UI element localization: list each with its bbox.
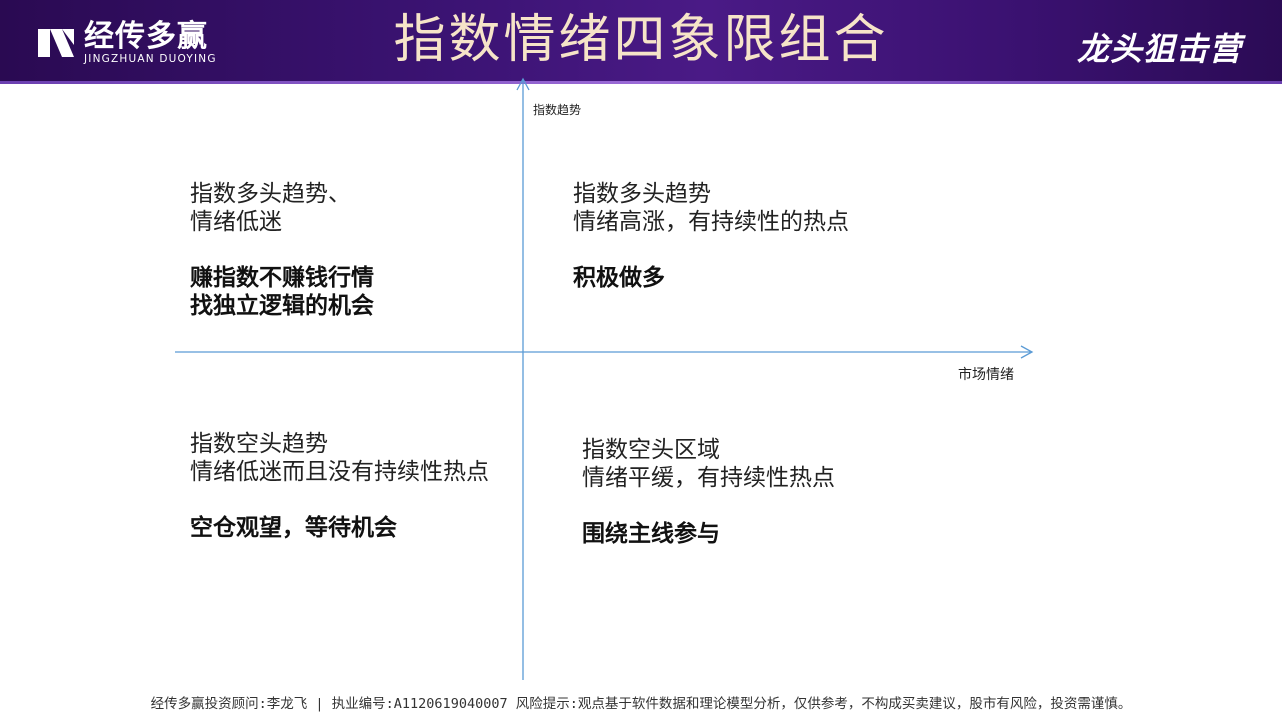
- quadrant-action: 积极做多: [573, 265, 665, 291]
- quadrant-action: 赚指数不赚钱行情: [190, 265, 374, 291]
- quadrant-condition: 情绪高涨，有持续性的热点: [573, 209, 849, 235]
- quadrant-condition: 指数多头趋势: [573, 181, 711, 207]
- y-axis-label: 指数趋势: [533, 103, 582, 117]
- quadrant-action: 空仓观望，等待机会: [190, 515, 397, 541]
- quadrant-axes: [175, 77, 1034, 680]
- quadrant-condition: 情绪平缓，有持续性热点: [582, 465, 835, 491]
- quadrant-top-right: 指数多头趋势 情绪高涨，有持续性的热点 积极做多: [573, 180, 849, 292]
- quadrant-action: 围绕主线参与: [582, 521, 720, 547]
- x-axis-label: 市场情绪: [958, 367, 1014, 383]
- quadrant-bottom-right: 指数空头区域 情绪平缓，有持续性热点 围绕主线参与: [582, 436, 835, 548]
- quadrant-top-left: 指数多头趋势、 情绪低迷 赚指数不赚钱行情 找独立逻辑的机会: [190, 180, 374, 320]
- quadrant-bottom-left: 指数空头趋势 情绪低迷而且没有持续性热点 空仓观望，等待机会: [190, 430, 489, 542]
- quadrant-condition: 情绪低迷而且没有持续性热点: [190, 459, 489, 485]
- quadrant-condition: 指数多头趋势、: [190, 181, 351, 207]
- quadrant-condition: 指数空头区域: [582, 437, 720, 463]
- quadrant-condition: 指数空头趋势: [190, 431, 328, 457]
- quadrant-condition: 情绪低迷: [190, 209, 282, 235]
- disclaimer-footer: 经传多赢投资顾问:李龙飞 | 执业编号:A1120619040007 风险提示:…: [150, 696, 1132, 712]
- quadrant-action: 找独立逻辑的机会: [190, 293, 374, 319]
